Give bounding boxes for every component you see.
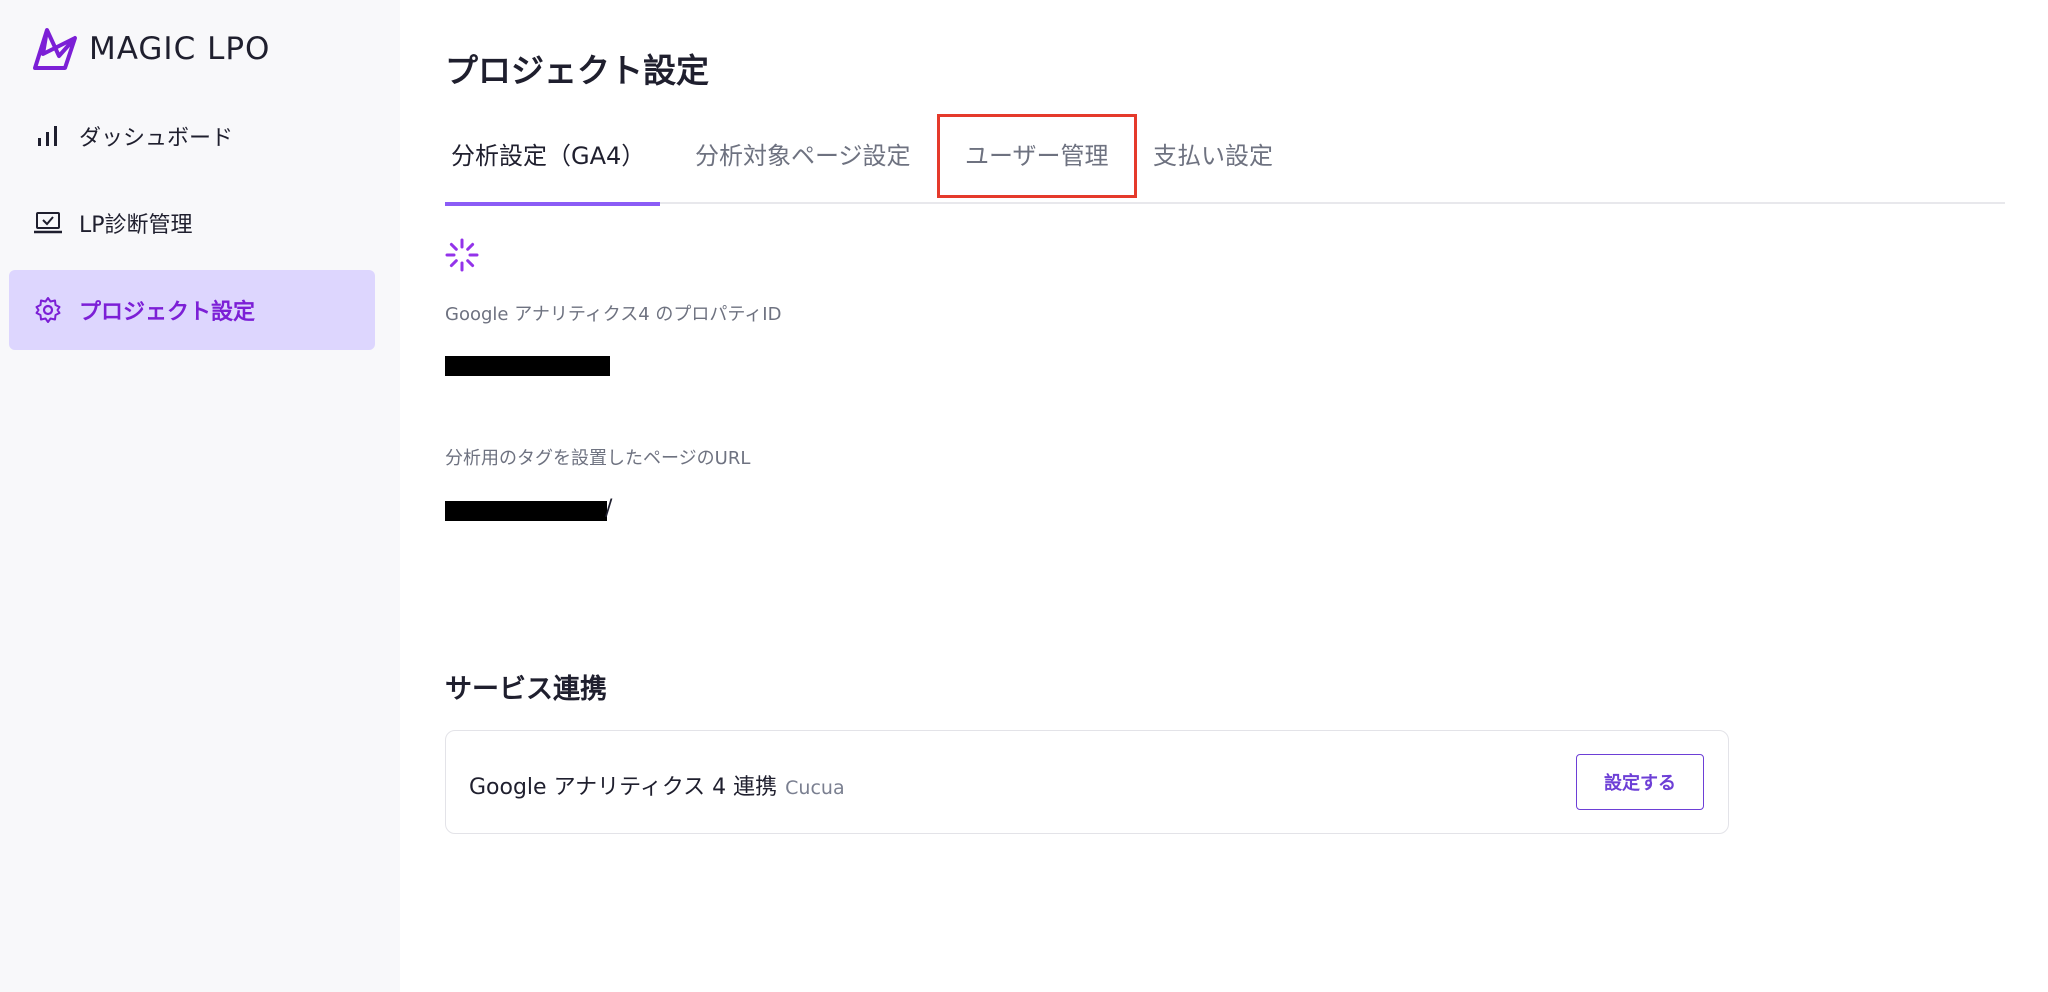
tab-target-pages[interactable]: 分析対象ページ設定 (695, 136, 911, 202)
sidebar: MAGIC LPO ダッシュボード LP診断管理 プロジェクト設定 (0, 0, 400, 992)
sidebar-item-project-settings[interactable]: プロジェクト設定 (9, 270, 375, 350)
logo-text: MAGIC LPO (89, 31, 271, 67)
service-name: Google アナリティクス 4 連携 Cucua (469, 769, 845, 801)
gear-icon (33, 295, 63, 325)
tag-page-url-label: 分析用のタグを設置したページのURL (445, 448, 751, 469)
sidebar-item-lp-diagnosis[interactable]: LP診断管理 (9, 183, 375, 263)
services-section-title: サービス連携 (445, 674, 607, 705)
service-name-text: Google アナリティクス 4 連携 (469, 775, 778, 800)
tab-label: ユーザー管理 (965, 142, 1109, 170)
service-account: Cucua (785, 777, 845, 799)
configure-button[interactable]: 設定する (1576, 754, 1704, 810)
sidebar-item-label: ダッシュボード (79, 126, 234, 151)
tab-analytics-ga4[interactable]: 分析設定（GA4） (445, 136, 660, 206)
settings-tabs: 分析設定（GA4） 分析対象ページ設定 ユーザー管理 支払い設定 (445, 116, 2005, 206)
page-title: プロジェクト設定 (445, 51, 709, 90)
app-logo[interactable]: MAGIC LPO (31, 26, 270, 72)
magic-lpo-logo-icon (33, 28, 77, 70)
service-card-ga4: Google アナリティクス 4 連携 Cucua 設定する (445, 730, 1729, 834)
ga4-property-id-label: Google アナリティクス4 のプロパティID (445, 304, 782, 325)
sidebar-item-label: プロジェクト設定 (79, 300, 256, 325)
ga4-property-id-value-redacted (445, 356, 610, 376)
url-suffix: / (605, 496, 613, 521)
bar-chart-icon (33, 121, 63, 151)
tag-page-url-value-redacted (445, 501, 607, 521)
loading-spinner-icon (445, 238, 479, 272)
tab-payment[interactable]: 支払い設定 (1153, 136, 1273, 202)
sidebar-item-dashboard[interactable]: ダッシュボード (9, 96, 375, 176)
sidebar-item-label: LP診断管理 (79, 213, 193, 238)
tab-label: 支払い設定 (1153, 142, 1273, 170)
tab-user-management[interactable]: ユーザー管理 (965, 136, 1109, 202)
tab-label: 分析対象ページ設定 (695, 142, 911, 170)
laptop-check-icon (33, 208, 63, 238)
tab-label: 分析設定（GA4） (451, 142, 646, 170)
